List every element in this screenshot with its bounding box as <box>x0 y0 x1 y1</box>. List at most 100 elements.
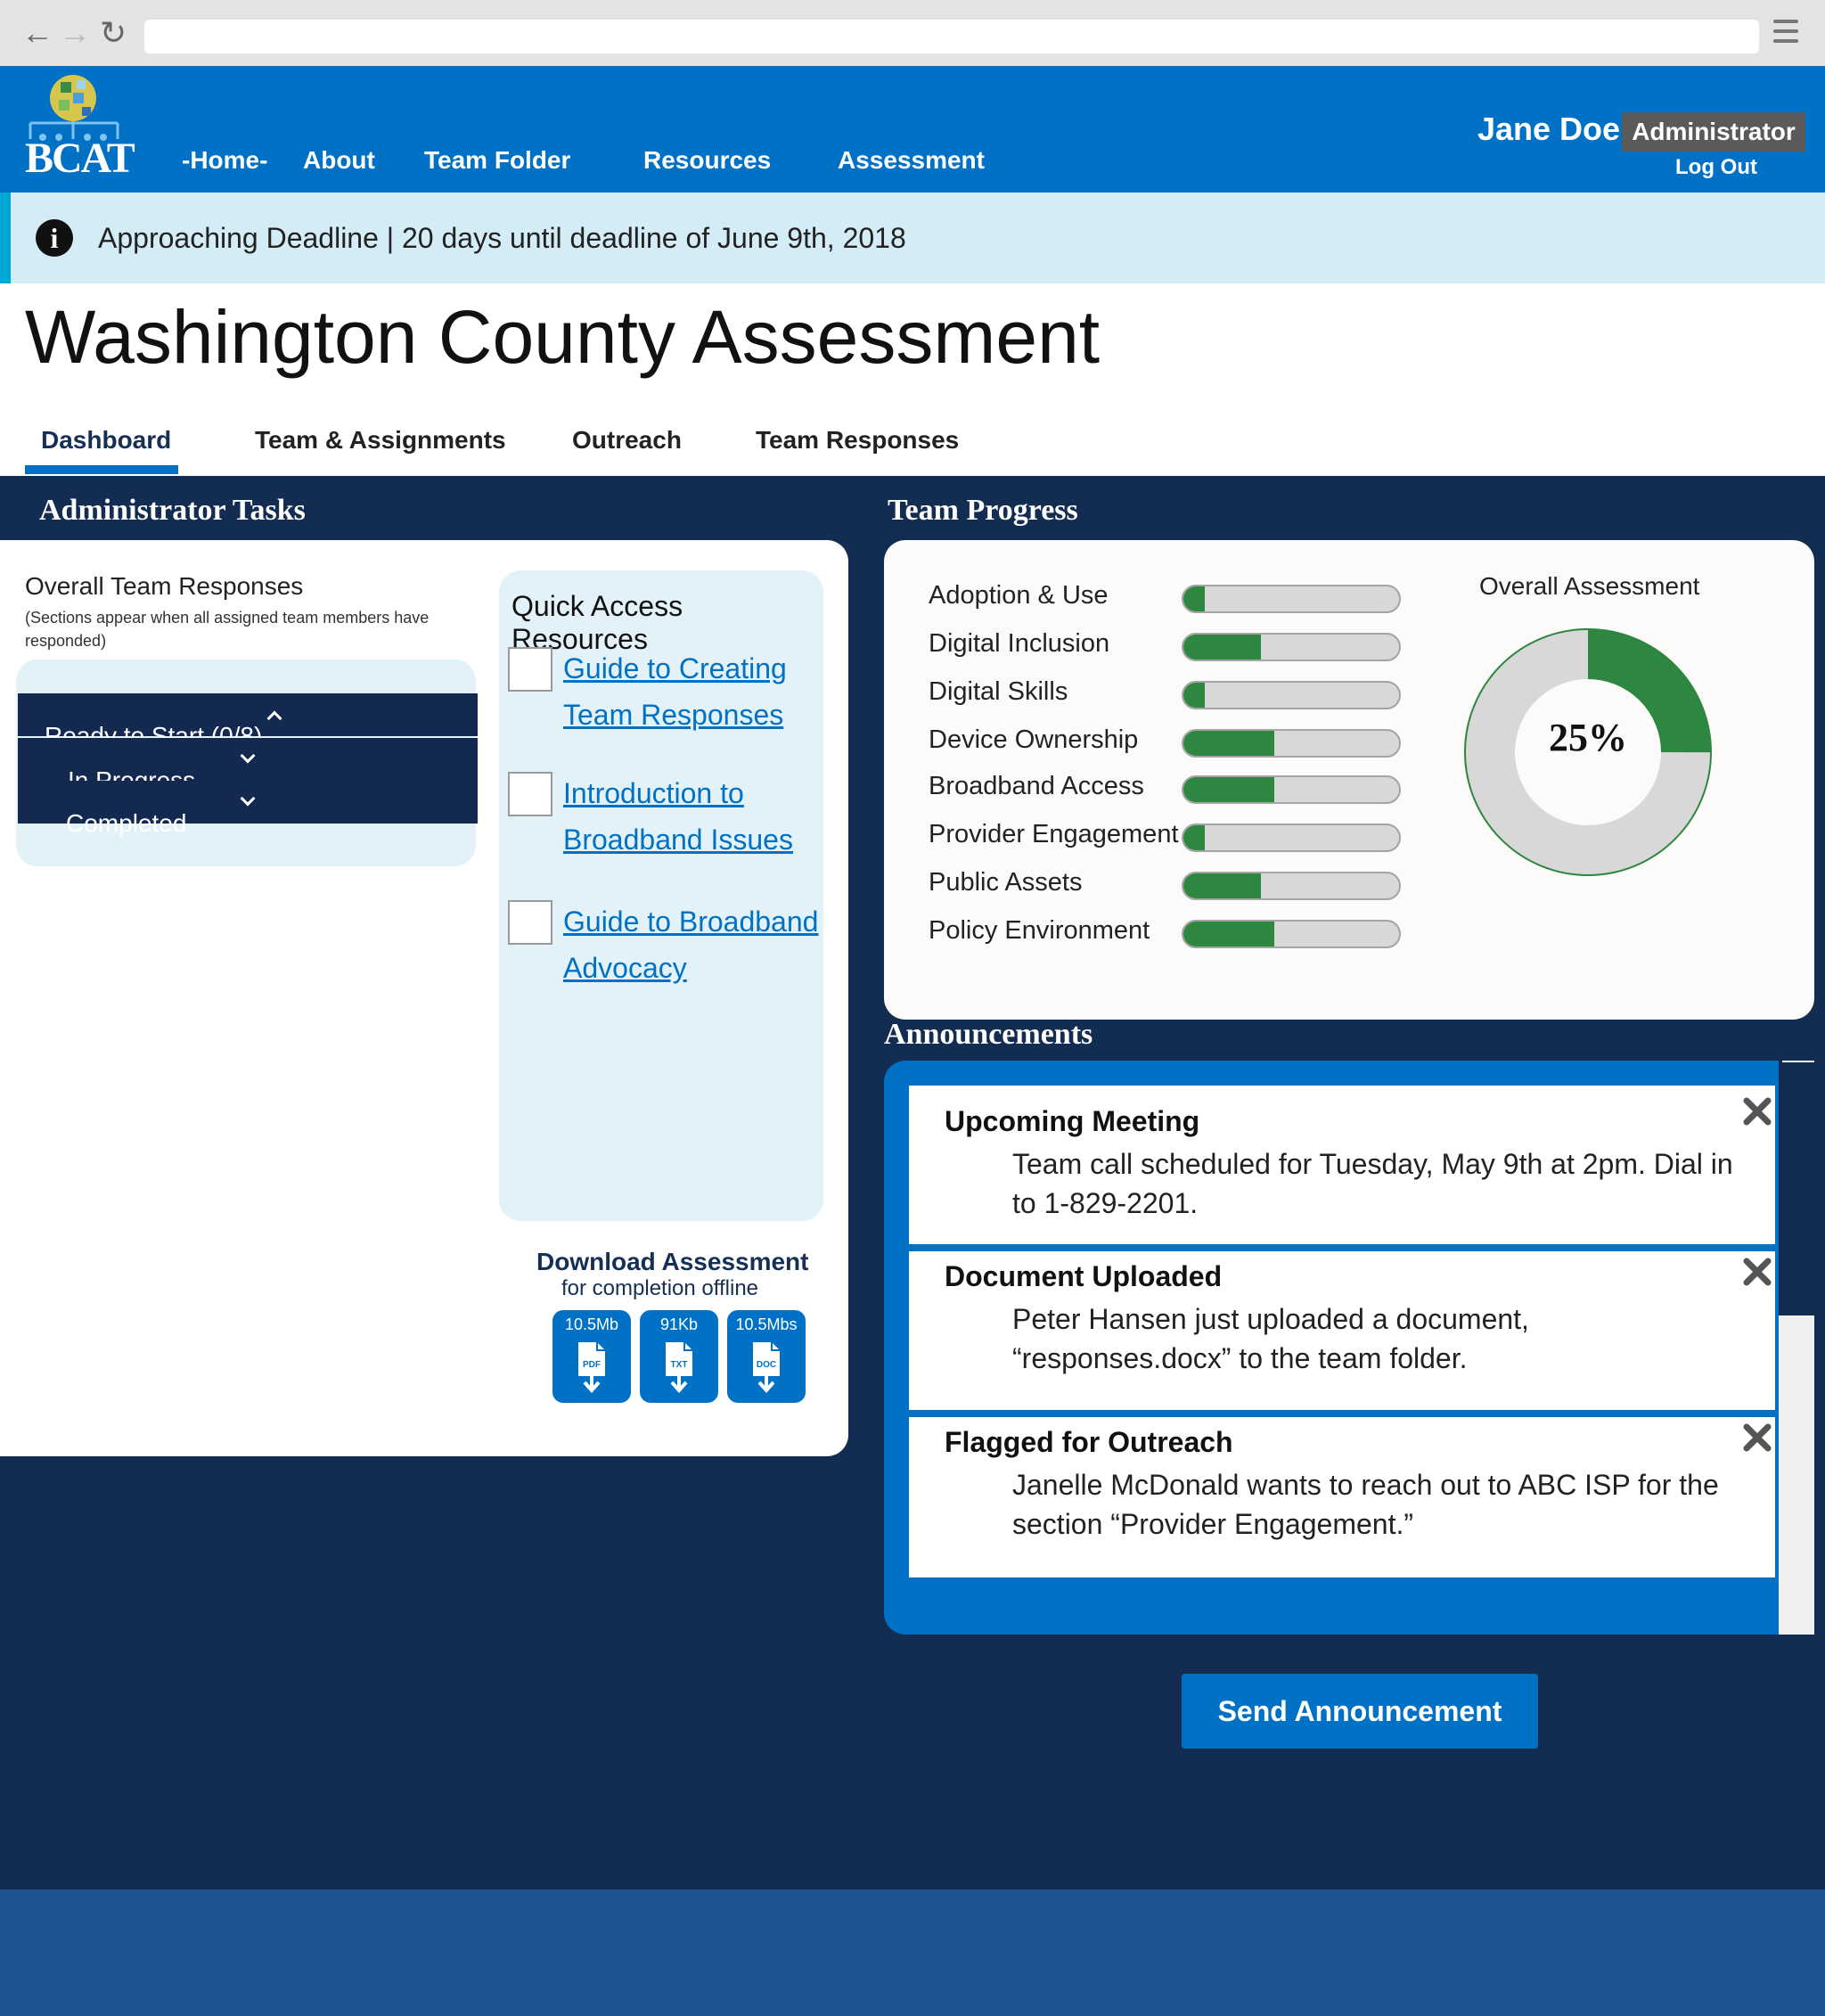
announcement-item: Document Uploaded Peter Hansen just uplo… <box>909 1251 1775 1410</box>
progress-fill <box>1183 825 1206 850</box>
download-txt-button[interactable]: 91Kb TXT <box>640 1310 718 1403</box>
nav-home[interactable]: -Home- <box>182 146 267 175</box>
tab-team-assignments[interactable]: Team & Assignments <box>255 426 506 455</box>
site-header: BCAT -Home- About Team Folder Resources … <box>0 66 1825 193</box>
alert-message: Approaching Deadline | 20 days until dea… <box>98 222 906 254</box>
tab-outreach[interactable]: Outreach <box>572 426 682 455</box>
announcement-item: Upcoming Meeting Team call scheduled for… <box>909 1086 1775 1244</box>
info-icon: i <box>36 219 73 257</box>
progress-bar <box>1182 633 1401 661</box>
download-title: Download Assessment <box>536 1248 809 1275</box>
resource-link[interactable]: Introduction to Broadband Issues <box>563 770 831 863</box>
resource-checkbox[interactable] <box>508 772 552 816</box>
overall-responses-title: Overall Team Responses <box>25 572 304 600</box>
overall-percent: 25% <box>1549 716 1627 759</box>
file-type-label: PDF <box>583 1360 601 1370</box>
team-progress-heading: Team Progress <box>888 494 1078 527</box>
progress-fill <box>1183 586 1206 611</box>
progress-bar <box>1182 681 1401 709</box>
announcement-body: Janelle McDonald wants to reach out to A… <box>1012 1469 1719 1540</box>
browser-menu-icon[interactable] <box>1773 20 1798 46</box>
file-size: 10.5Mb <box>564 1315 619 1333</box>
reload-icon[interactable]: ↻ <box>100 16 127 50</box>
file-size: 91Kb <box>659 1315 699 1333</box>
back-arrow-icon[interactable]: ← <box>21 16 53 50</box>
nav-about[interactable]: About <box>303 146 375 175</box>
accordion-label: Completed <box>66 809 187 837</box>
announcement-title: Upcoming Meeting <box>945 1105 1200 1137</box>
close-icon[interactable] <box>1738 1253 1777 1292</box>
progress-fill <box>1183 731 1274 756</box>
user-name: Jane Doe <box>1477 111 1621 147</box>
close-icon[interactable] <box>1738 1093 1777 1132</box>
announcement-item: Flagged for Outreach Janelle McDonald wa… <box>909 1417 1775 1578</box>
bcat-logo[interactable]: BCAT <box>23 73 135 182</box>
tab-dashboard[interactable]: Dashboard <box>41 426 171 455</box>
file-type-label: TXT <box>671 1360 688 1370</box>
download-doc-button[interactable]: 10.5Mbs DOC <box>727 1310 806 1403</box>
deadline-alert: i Approaching Deadline | 20 days until d… <box>0 193 1825 283</box>
progress-bar <box>1182 872 1401 900</box>
progress-fill <box>1183 635 1262 660</box>
progress-bar <box>1182 920 1401 948</box>
chevron-down-icon <box>240 748 256 764</box>
admin-tasks-heading: Administrator Tasks <box>39 494 306 527</box>
nav-assessment[interactable]: Assessment <box>838 146 985 175</box>
progress-bar <box>1182 585 1401 613</box>
progress-label: Broadband Access <box>929 772 1144 800</box>
resource-checkbox[interactable] <box>508 647 552 692</box>
progress-fill <box>1183 922 1274 947</box>
file-type-label: DOC <box>757 1360 776 1370</box>
pdf-file-icon: PDF <box>578 1342 605 1394</box>
accordion-in-progress[interactable]: In Progress <box>18 738 478 794</box>
active-tab-indicator <box>25 465 178 474</box>
download-subtitle: for completion offline <box>561 1276 759 1300</box>
chevron-up-icon <box>266 710 282 726</box>
overall-assessment-title: Overall Assessment <box>1479 572 1700 600</box>
progress-label: Policy Environment <box>929 916 1150 945</box>
announcements-panel: Upcoming Meeting Team call scheduled for… <box>884 1061 1779 1635</box>
progress-label: Device Ownership <box>929 725 1139 754</box>
team-progress-card: Adoption & Use Digital Inclusion Digital S… <box>884 540 1814 1020</box>
scroll-track-edge <box>1782 1061 1814 1062</box>
txt-file-icon: TXT <box>666 1342 692 1394</box>
close-icon[interactable] <box>1738 1419 1777 1458</box>
page-footer <box>0 1889 1825 2016</box>
progress-label: Public Assets <box>929 868 1083 897</box>
quick-access-resources: Quick Access Resources Guide to Creating… <box>499 570 823 1221</box>
file-size: 10.5Mbs <box>735 1315 798 1333</box>
announcements-scrollbar[interactable] <box>1779 1315 1814 1635</box>
download-pdf-button[interactable]: 10.5Mb PDF <box>552 1310 631 1403</box>
resource-link[interactable]: Guide to Creating Team Responses <box>563 645 831 738</box>
address-bar[interactable] <box>144 20 1759 53</box>
progress-fill <box>1183 777 1274 802</box>
chevron-down-icon <box>240 791 256 807</box>
responses-accordion: Ready to Start (0/8) In Progress Complet… <box>16 660 478 866</box>
progress-label: Adoption & Use <box>929 581 1109 610</box>
progress-bar <box>1182 775 1401 804</box>
role-badge: Administrator <box>1622 112 1805 152</box>
forward-arrow-icon[interactable]: → <box>59 16 91 50</box>
nav-team-folder[interactable]: Team Folder <box>424 146 570 175</box>
resource-link[interactable]: Guide to Broadband Advocacy <box>563 898 831 991</box>
nav-resources[interactable]: Resources <box>643 146 771 175</box>
progress-bar <box>1182 729 1401 758</box>
send-announcement-button[interactable]: Send Announcement <box>1182 1674 1538 1749</box>
announcement-title: Document Uploaded <box>945 1260 1223 1292</box>
overall-responses-subtitle: (Sections appear when all assigned team … <box>25 609 430 650</box>
page-title: Washington County Assessment <box>25 295 1101 379</box>
doc-file-icon: DOC <box>753 1342 780 1394</box>
resource-checkbox[interactable] <box>508 900 552 945</box>
accordion-completed[interactable]: Completed <box>18 781 478 837</box>
accordion-ready-to-start[interactable]: Ready to Start (0/8) <box>18 693 478 750</box>
browser-chrome: ← → ↻ <box>0 0 1825 66</box>
announcement-title: Flagged for Outreach <box>945 1426 1233 1458</box>
tab-team-responses[interactable]: Team Responses <box>756 426 959 455</box>
progress-label: Provider Engagement <box>929 820 1179 848</box>
logo-text: BCAT <box>25 135 135 182</box>
logout-link[interactable]: Log Out <box>1675 155 1757 180</box>
title-bar: Washington County Assessment Dashboard T… <box>0 283 1825 476</box>
admin-tasks-card: Overall Team Responses (Sections appear … <box>0 540 848 1456</box>
progress-label: Digital Inclusion <box>929 629 1110 658</box>
announcement-body: Peter Hansen just uploaded a document, “… <box>1012 1303 1529 1374</box>
